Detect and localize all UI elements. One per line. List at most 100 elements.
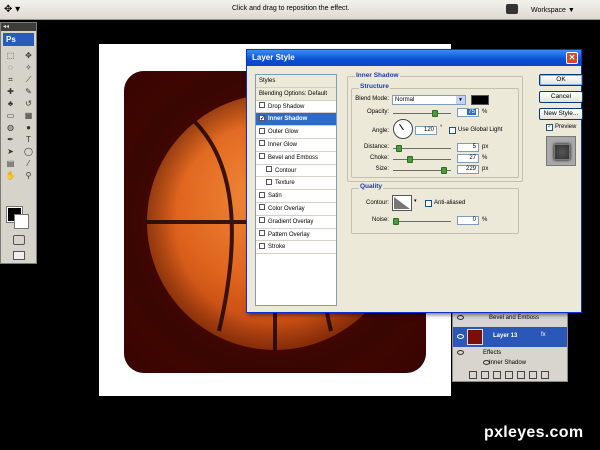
- preview-checkbox[interactable]: [546, 122, 553, 131]
- move-tool-icon[interactable]: ✥ ▾: [4, 3, 30, 17]
- workspace-icon[interactable]: [506, 4, 518, 14]
- anti-aliased-checkbox[interactable]: [425, 200, 432, 207]
- history-brush-tool-icon[interactable]: ↺: [21, 98, 36, 109]
- slice-tool-icon[interactable]: ⟋: [21, 74, 36, 85]
- opacity-input[interactable]: 75: [457, 108, 479, 117]
- layer-row-selected[interactable]: Layer 13 fx: [453, 327, 567, 347]
- app-badge[interactable]: Ps: [3, 33, 34, 46]
- magic-wand-tool-icon[interactable]: ✧: [21, 62, 36, 73]
- eye-icon[interactable]: [457, 334, 464, 339]
- size-slider[interactable]: [393, 167, 451, 174]
- new-style-button[interactable]: New Style...: [539, 108, 583, 120]
- path-selection-tool-icon[interactable]: ➤: [3, 146, 18, 157]
- style-checkbox[interactable]: [259, 127, 265, 134]
- cancel-button[interactable]: Cancel: [539, 91, 583, 103]
- style-checkbox[interactable]: [259, 242, 265, 249]
- close-icon[interactable]: ✕: [566, 52, 578, 64]
- eraser-tool-icon[interactable]: ▭: [3, 110, 18, 121]
- blur-tool-icon[interactable]: ◍: [3, 122, 18, 133]
- style-item[interactable]: Satin: [256, 190, 336, 203]
- notes-tool-icon[interactable]: ▤: [3, 158, 18, 169]
- style-checkbox[interactable]: [259, 113, 265, 126]
- distance-slider-knob[interactable]: [396, 145, 402, 152]
- trash-icon[interactable]: [541, 371, 549, 379]
- style-item[interactable]: Blending Options: Default: [256, 87, 336, 101]
- dodge-tool-icon[interactable]: ●: [21, 122, 36, 133]
- contour-dropdown-icon[interactable]: ▾: [414, 198, 417, 204]
- style-item[interactable]: Drop Shadow: [256, 101, 336, 114]
- choke-input[interactable]: 27: [457, 154, 479, 163]
- pen-tool-icon[interactable]: ✒: [3, 134, 18, 145]
- style-checkbox[interactable]: [266, 178, 272, 185]
- style-item[interactable]: Inner Shadow: [256, 113, 336, 127]
- noise-slider-knob[interactable]: [393, 218, 399, 225]
- layer-name[interactable]: Layer 13: [493, 333, 517, 339]
- style-item[interactable]: Outer Glow: [256, 126, 336, 139]
- style-item[interactable]: Gradient Overlay: [256, 216, 336, 229]
- clone-stamp-tool-icon[interactable]: ♣: [3, 98, 18, 109]
- style-item[interactable]: Bevel and Emboss: [256, 152, 336, 165]
- noise-input[interactable]: 0: [457, 216, 479, 225]
- eye-icon[interactable]: [457, 315, 464, 320]
- background-color-swatch[interactable]: [14, 214, 29, 229]
- shape-tool-icon[interactable]: ◯: [21, 146, 36, 157]
- style-checkbox[interactable]: [259, 191, 265, 198]
- layer-effect-row[interactable]: Inner Shadow: [453, 357, 567, 369]
- noise-slider[interactable]: [393, 218, 451, 225]
- opacity-slider-knob[interactable]: [432, 110, 438, 117]
- style-item[interactable]: Inner Glow: [256, 139, 336, 152]
- use-global-light-label[interactable]: Use Global Light: [458, 127, 502, 133]
- style-item[interactable]: Pattern Overlay: [256, 229, 336, 242]
- style-item[interactable]: Styles: [256, 75, 336, 88]
- healing-brush-tool-icon[interactable]: ✚: [3, 86, 18, 97]
- hand-tool-icon[interactable]: ✋: [3, 170, 18, 181]
- angle-dial[interactable]: [393, 119, 413, 139]
- eyedropper-tool-icon[interactable]: ⁄: [21, 158, 36, 169]
- style-checkbox[interactable]: [259, 217, 265, 224]
- choke-slider[interactable]: [393, 156, 451, 163]
- marquee-tool-icon[interactable]: ⬚: [3, 50, 18, 61]
- style-checkbox[interactable]: [266, 166, 272, 172]
- screen-mode-button[interactable]: [13, 251, 25, 260]
- crop-tool-icon[interactable]: ⌗: [3, 74, 18, 85]
- style-checkbox[interactable]: [259, 140, 265, 147]
- style-item[interactable]: Texture: [256, 177, 336, 191]
- ok-button[interactable]: OK: [539, 74, 583, 86]
- adjustment-layer-icon[interactable]: [505, 371, 513, 379]
- zoom-tool-icon[interactable]: ⚲: [21, 170, 36, 181]
- style-checkbox[interactable]: [259, 204, 265, 211]
- lasso-tool-icon[interactable]: ◌: [3, 62, 18, 73]
- link-layers-icon[interactable]: [469, 371, 477, 379]
- eye-icon[interactable]: [457, 350, 464, 355]
- size-input[interactable]: 229: [457, 165, 479, 174]
- fx-icon[interactable]: fx: [541, 332, 546, 338]
- distance-input[interactable]: 5: [457, 143, 479, 152]
- choke-slider-knob[interactable]: [407, 156, 413, 163]
- brush-tool-icon[interactable]: ✎: [21, 86, 36, 97]
- move-tool-icon[interactable]: ✥: [21, 50, 36, 61]
- size-slider-knob[interactable]: [441, 167, 447, 174]
- layer-effect-row[interactable]: Bevel and Emboss: [453, 312, 567, 324]
- distance-slider[interactable]: [393, 145, 451, 152]
- style-checkbox[interactable]: [259, 102, 265, 109]
- blend-mode-select[interactable]: Normal ▼: [392, 95, 466, 105]
- gradient-tool-icon[interactable]: ▦: [21, 110, 36, 121]
- style-checkbox[interactable]: [259, 229, 265, 236]
- use-global-light-checkbox[interactable]: [449, 127, 456, 134]
- angle-input[interactable]: 120: [415, 126, 437, 135]
- mask-icon[interactable]: [493, 371, 501, 379]
- style-item[interactable]: Contour: [256, 165, 336, 178]
- style-item[interactable]: Stroke: [256, 241, 336, 255]
- tools-panel-header[interactable]: ◂◂: [1, 23, 36, 31]
- new-layer-icon[interactable]: [529, 371, 537, 379]
- workspace-menu[interactable]: Workspace ▼: [526, 3, 580, 16]
- style-item[interactable]: Color Overlay: [256, 203, 336, 216]
- dialog-title[interactable]: Layer Style: [247, 50, 581, 66]
- type-tool-icon[interactable]: T: [21, 134, 36, 145]
- contour-picker[interactable]: [392, 195, 412, 211]
- preview-label[interactable]: Preview: [555, 124, 576, 130]
- shadow-color-swatch[interactable]: [471, 95, 489, 105]
- folder-icon[interactable]: [517, 371, 525, 379]
- style-checkbox[interactable]: [259, 153, 265, 160]
- opacity-slider[interactable]: [393, 110, 451, 117]
